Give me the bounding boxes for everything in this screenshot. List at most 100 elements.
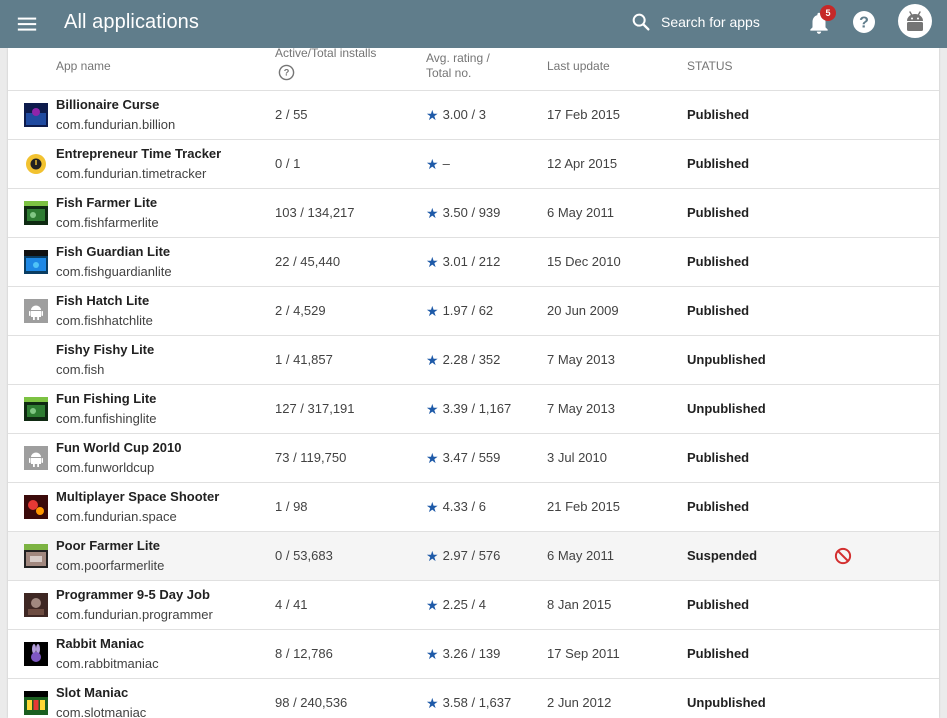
android-placeholder-icon (24, 446, 48, 470)
star-icon: ★ (426, 107, 439, 123)
app-rating-value: 3.26 / 139 (442, 646, 501, 661)
account-avatar[interactable] (898, 4, 932, 38)
table-row[interactable]: Multiplayer Space Shooter com.fundurian.… (8, 483, 939, 532)
help-icon[interactable]: ? (852, 10, 876, 34)
app-package: com.poorfarmerlite (56, 558, 165, 573)
app-rating: ★ 1.97 / 62 (426, 303, 493, 319)
app-rating-value: 2.97 / 576 (442, 548, 501, 563)
column-header-status[interactable]: STATUS (687, 59, 733, 74)
column-header-app-name[interactable]: App name (56, 59, 111, 74)
app-rating-value: 3.01 / 212 (442, 254, 501, 269)
app-name[interactable]: Multiplayer Space Shooter (56, 489, 219, 505)
app-last-update: 7 May 2013 (547, 401, 615, 416)
star-icon: ★ (426, 254, 439, 270)
page-title: All applications (64, 11, 200, 33)
column-header-installs[interactable]: Active/Total installs ? (275, 48, 376, 81)
android-placeholder-icon (24, 299, 48, 323)
app-package: com.funfishinglite (56, 411, 157, 426)
top-app-bar: All applications Search for apps 5 ? (0, 0, 947, 48)
app-last-update: 17 Sep 2011 (547, 646, 620, 661)
table-row[interactable]: Fun Fishing Lite com.funfishinglite 127 … (8, 385, 939, 434)
app-rating-value: 3.58 / 1,637 (442, 695, 512, 710)
app-package: com.fundurian.programmer (56, 607, 213, 622)
app-installs: 2 / 4,529 (275, 303, 326, 318)
star-icon: ★ (426, 548, 439, 564)
app-status: Published (687, 597, 750, 612)
suspended-block-icon[interactable] (834, 547, 852, 565)
table-row[interactable]: Poor Farmer Lite com.poorfarmerlite 0 / … (8, 532, 939, 581)
table-row[interactable]: Billionaire Curse com.fundurian.billion … (8, 91, 939, 140)
app-installs: 73 / 119,750 (275, 450, 347, 465)
app-rating-value: – (442, 156, 450, 171)
table-row[interactable]: Fishy Fishy Lite com.fish 1 / 41,857 ★ 2… (8, 336, 939, 385)
star-icon: ★ (426, 646, 439, 662)
app-name[interactable]: Fun World Cup 2010 (56, 440, 181, 456)
app-name[interactable]: Fish Hatch Lite (56, 293, 149, 309)
app-package: com.fundurian.space (56, 509, 177, 524)
app-icon (24, 544, 48, 568)
star-icon: ★ (426, 695, 439, 711)
app-package: com.funworldcup (56, 460, 155, 475)
app-status: Unpublished (687, 695, 766, 710)
help-circle-icon[interactable]: ? (278, 64, 295, 81)
app-rating: ★ 3.00 / 3 (426, 107, 486, 123)
table-row[interactable]: Slot Maniac com.slotmaniac 98 / 240,536 … (8, 679, 939, 718)
star-icon: ★ (426, 303, 439, 319)
app-rating-value: 3.47 / 559 (442, 450, 501, 465)
app-last-update: 12 Apr 2015 (547, 156, 618, 171)
app-rating: ★ 2.28 / 352 (426, 352, 500, 368)
app-icon (24, 691, 48, 715)
table-header: App name Active/Total installs ? Avg. ra… (8, 48, 939, 91)
app-rating-value: 3.50 / 939 (442, 205, 501, 220)
app-rating-value: 1.97 / 62 (442, 303, 494, 318)
app-name[interactable]: Slot Maniac (56, 685, 128, 701)
table-row[interactable]: Programmer 9-5 Day Job com.fundurian.pro… (8, 581, 939, 630)
app-rating-value: 3.00 / 3 (442, 107, 486, 122)
app-last-update: 3 Jul 2010 (547, 450, 607, 465)
app-name[interactable]: Fun Fishing Lite (56, 391, 156, 407)
column-header-rating-line1: Avg. rating / (426, 51, 490, 65)
app-installs: 1 / 98 (275, 499, 308, 514)
star-icon: ★ (426, 499, 439, 515)
app-icon (24, 495, 48, 519)
search-box[interactable]: Search for apps (630, 10, 760, 34)
app-installs: 0 / 53,683 (275, 548, 333, 563)
app-installs: 0 / 1 (275, 156, 301, 171)
app-icon (24, 201, 48, 225)
table-row[interactable]: Rabbit Maniac com.rabbitmaniac 8 / 12,78… (8, 630, 939, 679)
notification-badge[interactable]: 5 (820, 5, 836, 21)
app-installs: 4 / 41 (275, 597, 308, 612)
app-package: com.fundurian.billion (56, 117, 176, 132)
app-status: Published (687, 499, 750, 514)
app-rating: ★ 2.97 / 576 (426, 548, 500, 564)
app-name[interactable]: Poor Farmer Lite (56, 538, 160, 554)
table-row[interactable]: Fun World Cup 2010 com.funworldcup 73 / … (8, 434, 939, 483)
app-name[interactable]: Fish Guardian Lite (56, 244, 170, 260)
app-icon (24, 397, 48, 421)
table-row[interactable]: Fish Guardian Lite com.fishguardianlite … (8, 238, 939, 287)
table-row[interactable]: Entrepreneur Time Tracker com.fundurian.… (8, 140, 939, 189)
app-last-update: 6 May 2011 (547, 548, 614, 563)
app-rating: ★ 4.33 / 6 (426, 499, 486, 515)
star-icon: ★ (426, 401, 439, 417)
app-name[interactable]: Entrepreneur Time Tracker (56, 146, 221, 162)
app-last-update: 7 May 2013 (547, 352, 615, 367)
app-status: Published (687, 303, 750, 318)
menu-icon[interactable] (16, 13, 38, 35)
app-icon (24, 642, 48, 666)
app-name[interactable]: Fish Farmer Lite (56, 195, 157, 211)
star-icon: ★ (426, 597, 439, 613)
app-icon (24, 152, 48, 176)
table-body: Billionaire Curse com.fundurian.billion … (8, 91, 939, 718)
app-name[interactable]: Programmer 9-5 Day Job (56, 587, 210, 603)
app-name[interactable]: Fishy Fishy Lite (56, 342, 154, 358)
table-row[interactable]: Fish Farmer Lite com.fishfarmerlite 103 … (8, 189, 939, 238)
column-header-last-update[interactable]: Last update (547, 59, 610, 74)
app-rating-value: 2.25 / 4 (442, 597, 486, 612)
app-rating: ★ 3.47 / 559 (426, 450, 500, 466)
app-installs: 98 / 240,536 (275, 695, 348, 710)
table-row[interactable]: Fish Hatch Lite com.fishhatchlite 2 / 4,… (8, 287, 939, 336)
column-header-rating[interactable]: Avg. rating / Total no. (426, 51, 490, 81)
app-name[interactable]: Billionaire Curse (56, 97, 159, 113)
app-name[interactable]: Rabbit Maniac (56, 636, 144, 652)
